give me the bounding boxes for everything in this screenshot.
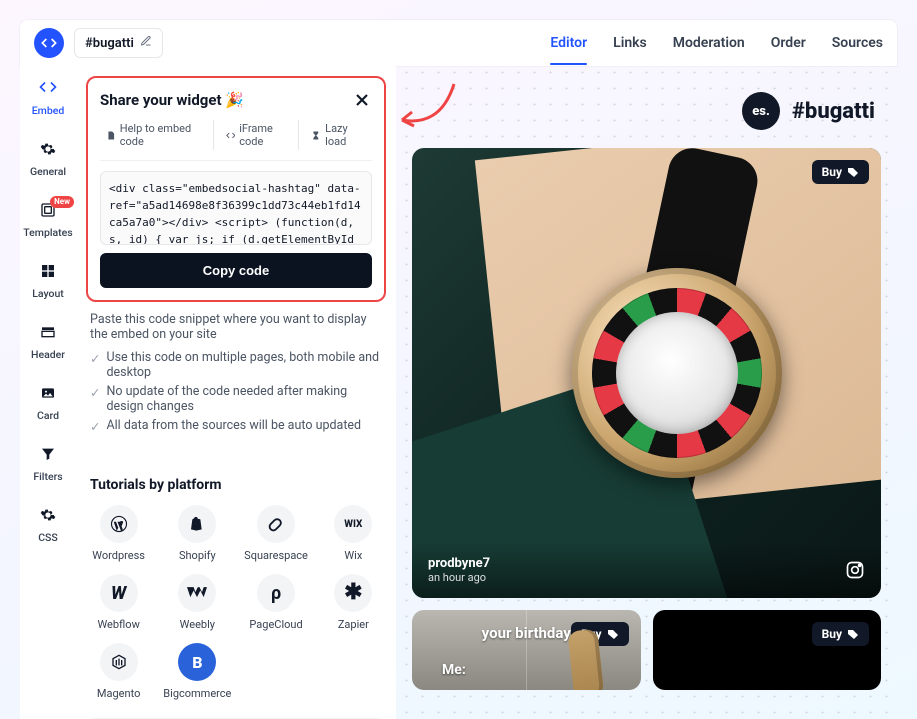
check-icon: ✓ [90,385,100,401]
code-icon [41,35,57,51]
feed-card[interactable]: Buy prodbyne7 an hour ago [412,148,881,598]
editor-panel: Share your widget 🎉 Help to embed code i… [76,66,396,719]
share-title: Share your widget 🎉 [100,91,244,109]
sidebar-item-card[interactable]: Card [20,385,76,422]
sidebar-item-filters[interactable]: Filters [20,446,76,483]
platform-weebly[interactable]: Weebly [163,574,231,631]
weebly-icon [178,574,216,612]
sidebar-item-layout[interactable]: Layout [20,263,76,300]
sidebar-label: Card [37,409,59,422]
instagram-icon [845,560,865,584]
pagecloud-icon: ρ [257,574,295,612]
platform-wix[interactable]: WIXWix [321,505,386,562]
layout-icon [40,263,56,283]
feed-title: #bugatti [792,99,875,124]
sidebar-item-css[interactable]: CSS [20,507,76,544]
card-image [412,148,881,598]
wix-icon: WIX [334,505,372,543]
sidebar-item-templates[interactable]: New Templates [20,202,76,239]
gear-icon [40,507,56,527]
doc-icon [106,130,116,141]
logo-badge[interactable] [34,28,64,58]
sidebar-label: Layout [32,287,64,300]
check-icon: ✓ [90,351,100,367]
caption-text: Me: [442,662,466,678]
platform-pagecloud[interactable]: ρPageCloud [243,574,308,631]
nav-moderation[interactable]: Moderation [673,35,745,51]
nav-links[interactable]: Links [613,35,647,51]
sidebar-label: CSS [38,531,58,544]
card-overlay: prodbyne7 an hour ago [412,542,881,598]
shopify-icon [178,505,216,543]
pencil-icon [140,35,152,51]
close-button[interactable] [352,90,372,110]
topbar-left: #bugatti [34,28,163,58]
image-icon [40,385,56,405]
code-snippet-box[interactable]: <div class="embedsocial-hashtag" data-re… [100,171,372,245]
platform-grid: Wordpress Shopify Squarespace WIXWix WWe… [76,505,396,710]
header-icon [40,324,56,344]
gear-icon [40,141,56,161]
magento-icon [100,643,138,681]
nav-order[interactable]: Order [771,35,806,51]
sidebar-label: Header [31,348,65,361]
share-widget-card: Share your widget 🎉 Help to embed code i… [86,76,386,302]
nav-editor[interactable]: Editor [550,35,587,51]
sidebar-label: General [30,165,66,178]
preview-area: es. #bugatti Buy prodbyne7 an h [396,66,897,719]
platform-wordpress[interactable]: Wordpress [86,505,151,562]
platform-zapier[interactable]: ✱Zapier [321,574,386,631]
buy-button[interactable]: Buy [812,160,869,184]
hourglass-icon [311,130,321,141]
buy-button[interactable]: Buy [812,622,869,646]
sidebar-label: Templates [23,226,72,239]
tag-icon [847,629,859,639]
feed-badge: es. [742,92,780,130]
sidebar-label: Filters [33,470,62,483]
mode-help[interactable]: Help to embed code [100,120,214,150]
copy-code-button[interactable]: Copy code [100,253,372,288]
mode-iframe[interactable]: iFrame code [220,120,300,150]
nav-sources[interactable]: Sources [832,35,883,51]
sidebar-label: Embed [32,104,65,117]
platform-webflow[interactable]: WWebflow [86,574,151,631]
mode-lazy[interactable]: Lazy load [305,120,372,150]
sidebar: Embed General New Templates Layout Heade… [20,66,76,719]
code-icon [39,78,57,100]
tag-icon [847,167,859,177]
sidebar-item-general[interactable]: General [20,141,76,178]
squarespace-icon [257,505,295,543]
feed-card[interactable]: Buy your birthday Me: [412,610,641,690]
new-badge: New [50,196,74,208]
post-time: an hour ago [428,571,490,584]
platform-magento[interactable]: Magento [86,643,151,700]
close-icon [352,90,372,110]
tutorials-title: Tutorials by platform [76,463,396,505]
platform-squarespace[interactable]: Squarespace [243,505,308,562]
topnav: Editor Links Moderation Order Sources [550,35,883,51]
feed-grid: Buy prodbyne7 an hour ago Buy [412,148,881,690]
hint-paste: Paste this code snippet where you want t… [90,312,382,342]
sidebar-item-embed[interactable]: Embed [20,78,76,117]
tag-chip[interactable]: #bugatti [74,28,163,58]
tag-icon [607,629,619,639]
tag-value: #bugatti [85,36,134,51]
zapier-icon: ✱ [334,574,372,612]
platform-shopify[interactable]: Shopify [163,505,231,562]
embed-hints: Paste this code snippet where you want t… [76,302,396,439]
platform-bigcommerce[interactable]: BBigcommerce [163,643,231,700]
embed-mode-row: Help to embed code iFrame code Lazy load [100,120,372,161]
wordpress-icon [100,505,138,543]
post-user: prodbyne7 [428,556,490,571]
topbar: #bugatti Editor Links Moderation Order S… [20,20,897,66]
caption-text: your birthday [482,624,571,642]
webflow-icon: W [100,574,138,612]
check-icon: ✓ [90,419,100,435]
filter-icon [40,446,56,466]
sidebar-item-header[interactable]: Header [20,324,76,361]
bigcommerce-icon: B [178,643,216,681]
code-icon [226,130,236,141]
feed-card[interactable]: Buy [653,610,882,690]
feed-header: es. #bugatti [418,92,875,130]
